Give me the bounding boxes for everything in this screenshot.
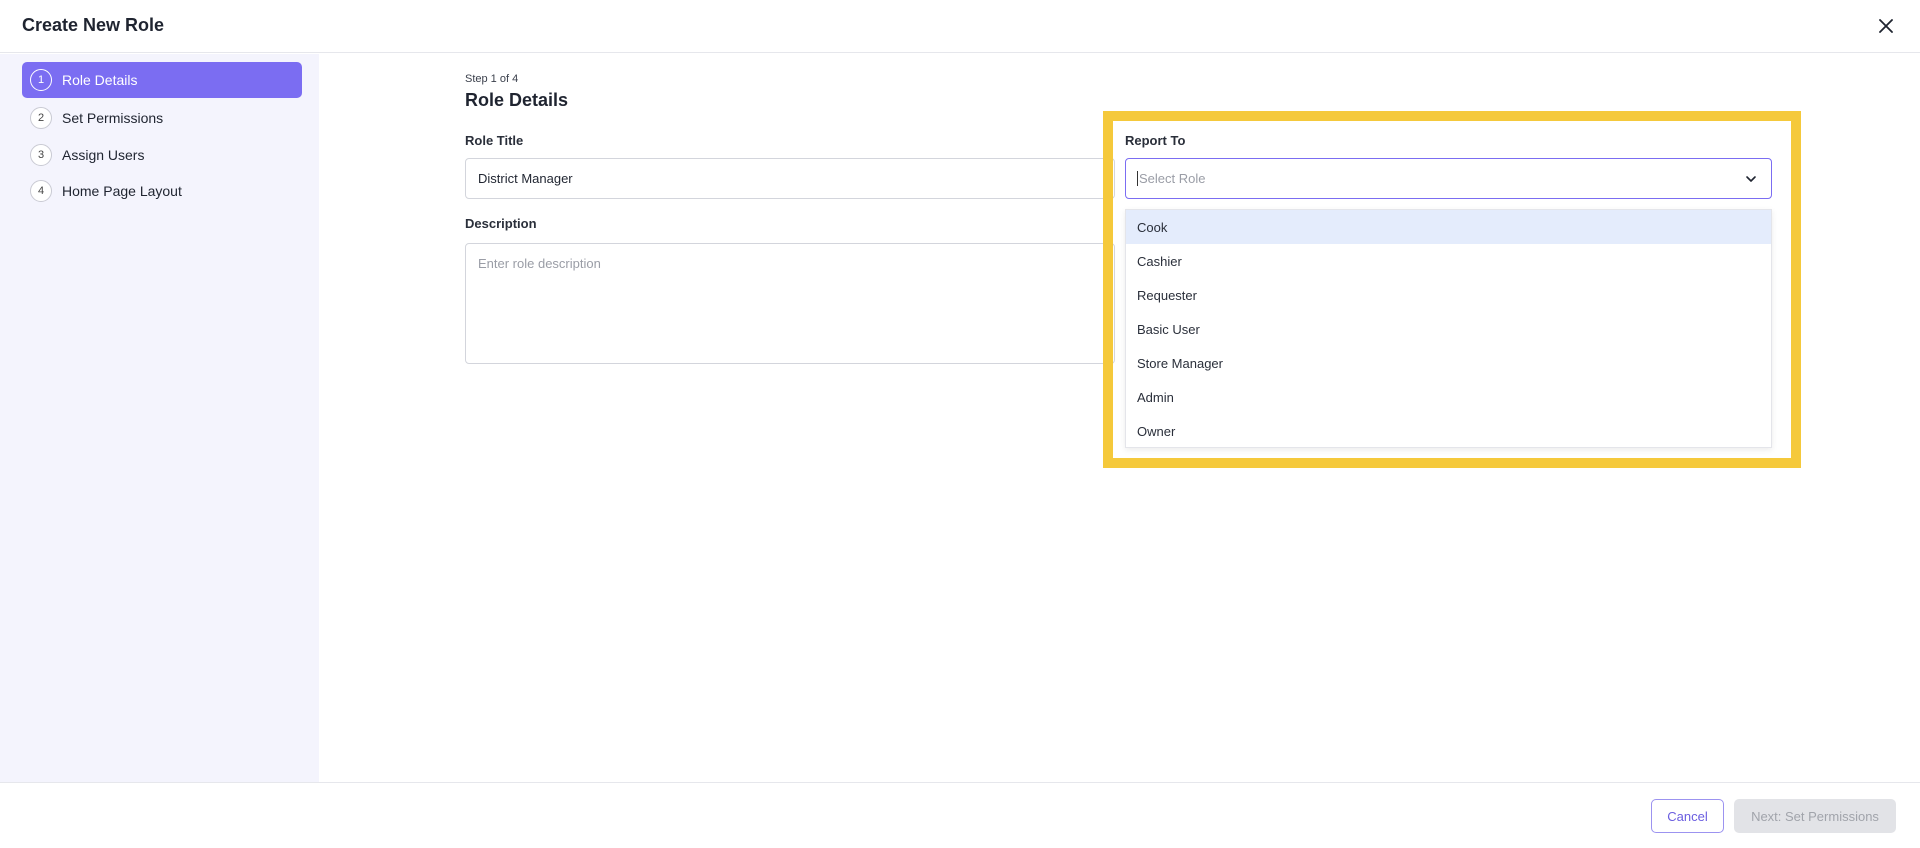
report-to-select[interactable]: Select Role — [1125, 158, 1772, 199]
role-title-label: Role Title — [465, 133, 524, 148]
modal-title: Create New Role — [22, 15, 165, 35]
text-cursor — [1137, 171, 1138, 186]
step-assign-users[interactable]: 3 Assign Users — [22, 137, 302, 173]
report-to-placeholder: Select Role — [1139, 171, 1206, 186]
option-cook[interactable]: Cook — [1126, 210, 1771, 244]
step-set-permissions[interactable]: 2 Set Permissions — [22, 100, 302, 136]
step-label: Role Details — [62, 72, 138, 88]
step-number: 4 — [30, 180, 52, 202]
report-to-dropdown: Cook Cashier Requester Basic User Store … — [1125, 209, 1772, 448]
cancel-button[interactable]: Cancel — [1651, 799, 1724, 833]
close-icon — [1879, 19, 1893, 33]
option-admin[interactable]: Admin — [1126, 380, 1771, 414]
option-basic-user[interactable]: Basic User — [1126, 312, 1771, 346]
step-counter: Step 1 of 4 — [465, 73, 519, 85]
step-home-page-layout[interactable]: 4 Home Page Layout — [22, 173, 302, 209]
chevron-down-icon — [1746, 176, 1756, 182]
step-label: Assign Users — [62, 147, 145, 163]
role-title-input[interactable]: District Manager — [465, 158, 1115, 199]
step-number: 3 — [30, 144, 52, 166]
step-label: Home Page Layout — [62, 183, 182, 199]
description-label: Description — [465, 216, 537, 231]
modal-footer: Cancel Next: Set Permissions — [0, 782, 1920, 848]
next-button[interactable]: Next: Set Permissions — [1734, 799, 1896, 833]
steps-sidebar: 1 Role Details 2 Set Permissions 3 Assig… — [0, 54, 319, 782]
step-label: Set Permissions — [62, 110, 164, 126]
option-requester[interactable]: Requester — [1126, 278, 1771, 312]
section-title: Role Details — [465, 90, 569, 110]
report-to-label: Report To — [1125, 133, 1186, 148]
step-role-details[interactable]: 1 Role Details — [22, 62, 302, 98]
step-number: 2 — [30, 107, 52, 129]
option-cashier[interactable]: Cashier — [1126, 244, 1771, 278]
option-owner[interactable]: Owner — [1126, 414, 1771, 448]
modal-header: Create New Role — [0, 0, 1920, 53]
option-store-manager[interactable]: Store Manager — [1126, 346, 1771, 380]
step-number: 1 — [30, 69, 52, 91]
description-textarea[interactable]: Enter role description — [465, 243, 1115, 364]
close-button[interactable] — [1874, 14, 1898, 38]
